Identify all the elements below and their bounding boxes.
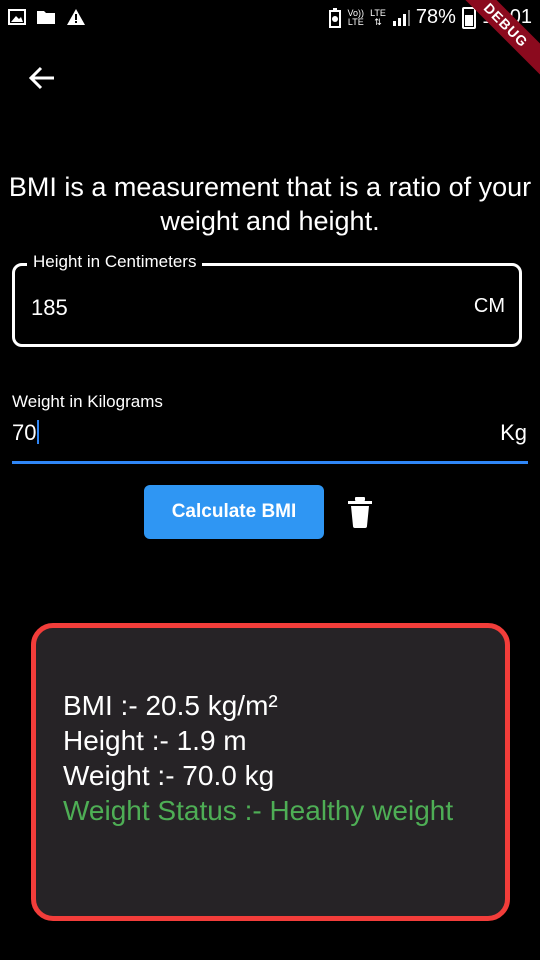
result-card: BMI :- 20.5 kg/m² Height :- 1.9 m Weight…	[31, 623, 510, 921]
volte-indicator: Vo)) LTE	[347, 7, 365, 27]
battery-saver-icon	[328, 7, 341, 28]
text-cursor	[37, 420, 40, 444]
height-result: Height :- 1.9 m	[63, 725, 247, 756]
battery-percent: 78%	[415, 6, 456, 28]
intro-text: BMI is a measurement that is a ratio of …	[8, 172, 532, 236]
weight-input-value[interactable]: 70	[12, 420, 36, 445]
height-field[interactable]: Height in Centimeters 185 CM	[12, 252, 522, 347]
weight-field-underline	[12, 461, 528, 464]
calculate-bmi-button[interactable]: Calculate BMI	[144, 485, 324, 539]
notification-icons	[8, 8, 86, 26]
weight-status-result: Weight Status :- Healthy weight	[63, 795, 454, 826]
image-icon	[8, 9, 26, 25]
status-bar: Vo)) LTE LTE ⇅ 78% 16:01 DEBUG	[0, 0, 540, 83]
lte-indicator: LTE ⇅	[370, 7, 386, 27]
weight-field-label: Weight in Kilograms	[12, 392, 163, 411]
height-field-label: Height in Centimeters	[27, 252, 203, 272]
height-unit-suffix: CM	[473, 295, 505, 317]
folder-icon	[37, 11, 55, 24]
signal-icon	[392, 9, 410, 26]
weight-unit-suffix: Kg	[500, 420, 527, 445]
height-input-value[interactable]: 185	[31, 295, 68, 321]
result-lines: BMI :- 20.5 kg/m² Height :- 1.9 m Weight…	[63, 688, 453, 828]
back-button[interactable]	[22, 58, 62, 98]
delete-button[interactable]	[346, 496, 374, 528]
weight-result: Weight :- 70.0 kg	[63, 760, 275, 791]
weight-field[interactable]: 70	[12, 420, 40, 446]
arrow-back-icon	[28, 66, 54, 90]
bmi-result: BMI :- 20.5 kg/m²	[63, 690, 278, 721]
battery-icon	[461, 6, 476, 29]
warning-icon	[67, 9, 85, 25]
trash-icon	[348, 497, 372, 528]
